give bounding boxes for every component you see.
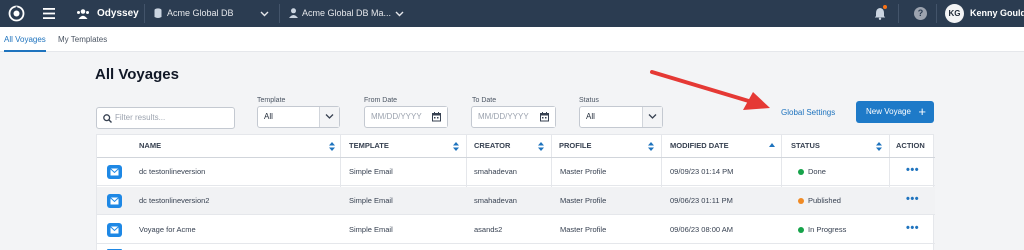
to-date-label: To Date: [472, 97, 497, 104]
email-icon: [107, 165, 122, 179]
sort-ascending-icon[interactable]: [769, 143, 775, 148]
status-filter-label: Status: [579, 97, 599, 104]
divider: [144, 4, 145, 23]
from-date-placeholder: MM/DD/YYYY: [371, 112, 422, 121]
calendar-icon[interactable]: [535, 107, 555, 127]
sort-icon[interactable]: [648, 142, 654, 151]
template-select[interactable]: All: [257, 106, 340, 128]
table-row[interactable]: dc testonlineversion Simple Email smahad…: [97, 158, 935, 186]
column-header-modified-date[interactable]: MODIFIED DATE: [670, 135, 729, 157]
column-header-status[interactable]: STATUS: [791, 135, 820, 157]
calendar-icon[interactable]: [427, 107, 447, 127]
more-options-icon[interactable]: •••: [906, 216, 919, 240]
new-voyage-label: New Voyage: [866, 107, 911, 116]
top-navigation-bar: Odyssey Acme Global DB Acme Global DB Ma…: [0, 0, 1024, 27]
notification-badge: [883, 5, 887, 9]
column-header-profile[interactable]: PROFILE: [559, 135, 592, 157]
sort-icon[interactable]: [538, 142, 544, 151]
email-icon: [107, 194, 122, 208]
search-icon: [103, 114, 112, 123]
global-settings-link[interactable]: Global Settings: [781, 108, 835, 117]
modified-date-cell: 09/06/23 08:00 AM: [670, 225, 733, 234]
search-placeholder: Filter results...: [115, 113, 166, 122]
profile-selector[interactable]: Acme Global DB Ma...: [302, 0, 391, 27]
database-icon: [154, 8, 162, 19]
creator-cell: smahadevan: [474, 167, 517, 176]
voyages-table: NAME TEMPLATE CREATOR PROFILE MODIFIED D…: [96, 134, 935, 250]
sort-icon[interactable]: [876, 142, 882, 151]
database-selector[interactable]: Acme Global DB: [167, 0, 234, 27]
profile-cell: Master Profile: [560, 167, 607, 176]
template-cell: Simple Email: [349, 225, 393, 234]
tab-all-voyages[interactable]: All Voyages: [4, 27, 46, 52]
status-badge: Published: [798, 187, 841, 215]
avatar[interactable]: KG: [945, 4, 964, 23]
status-dot: [798, 168, 804, 175]
status-dot: [798, 197, 804, 204]
template-cell: Simple Email: [349, 196, 393, 205]
voyage-name[interactable]: Voyage for Acme: [139, 216, 196, 244]
divider: [898, 4, 899, 23]
status-dot: [798, 226, 804, 233]
voyage-name[interactable]: dc testonlineversion: [139, 158, 205, 186]
plus-icon: +: [918, 104, 926, 119]
odyssey-logo-icon[interactable]: [8, 5, 25, 22]
template-filter-label: Template: [257, 97, 286, 104]
modified-date-cell: 09/09/23 01:14 PM: [670, 167, 734, 176]
creator-cell: asands2: [474, 225, 503, 234]
profile-cell: Master Profile: [560, 196, 607, 205]
creator-cell: smahadevan: [474, 196, 517, 205]
column-header-creator[interactable]: CREATOR: [474, 135, 510, 157]
chevron-down-icon[interactable]: [642, 107, 662, 127]
app-name[interactable]: Odyssey: [97, 0, 139, 27]
sort-icon[interactable]: [329, 142, 335, 151]
chevron-down-icon[interactable]: [260, 11, 269, 17]
divider: [279, 4, 280, 23]
new-voyage-button[interactable]: New Voyage +: [856, 101, 934, 123]
team-icon: [76, 9, 90, 19]
template-select-value: All: [264, 112, 273, 121]
table-row[interactable]: [97, 245, 935, 250]
column-header-name[interactable]: NAME: [139, 135, 161, 157]
user-name[interactable]: Kenny Gould: [970, 0, 1024, 27]
tab-bar: All Voyages My Templates: [0, 27, 1024, 52]
to-date-input[interactable]: MM/DD/YYYY: [471, 106, 556, 128]
column-header-template[interactable]: TEMPLATE: [349, 135, 389, 157]
search-input[interactable]: Filter results...: [96, 107, 235, 129]
more-options-icon[interactable]: •••: [906, 158, 919, 182]
email-icon: [107, 223, 122, 237]
modified-date-cell: 09/06/23 01:11 PM: [670, 196, 733, 205]
chevron-down-icon[interactable]: [395, 11, 404, 17]
from-date-label: From Date: [364, 97, 398, 104]
table-row[interactable]: Voyage for Acme Simple Email asands2 Mas…: [97, 216, 935, 244]
table-row[interactable]: dc testonlineversion2 Simple Email smaha…: [97, 187, 935, 215]
hamburger-menu-icon[interactable]: [43, 8, 55, 19]
tab-my-templates[interactable]: My Templates: [58, 27, 107, 52]
template-cell: Simple Email: [349, 167, 393, 176]
divider: [936, 4, 937, 23]
status-badge: Done: [798, 158, 826, 186]
profile-cell: Master Profile: [560, 225, 607, 234]
status-badge: In Progress: [798, 216, 846, 244]
more-options-icon[interactable]: •••: [906, 187, 919, 211]
user-profile-icon: [289, 8, 298, 18]
voyage-name[interactable]: dc testonlineversion2: [139, 187, 209, 215]
status-select-value: All: [586, 112, 595, 121]
column-header-action: ACTION: [896, 141, 925, 150]
to-date-placeholder: MM/DD/YYYY: [478, 112, 529, 121]
status-select[interactable]: All: [579, 106, 663, 128]
from-date-input[interactable]: MM/DD/YYYY: [364, 106, 448, 128]
chevron-down-icon[interactable]: [319, 107, 339, 127]
page-title: All Voyages: [95, 66, 179, 83]
help-icon[interactable]: ?: [914, 7, 927, 20]
sort-icon[interactable]: [453, 142, 459, 151]
